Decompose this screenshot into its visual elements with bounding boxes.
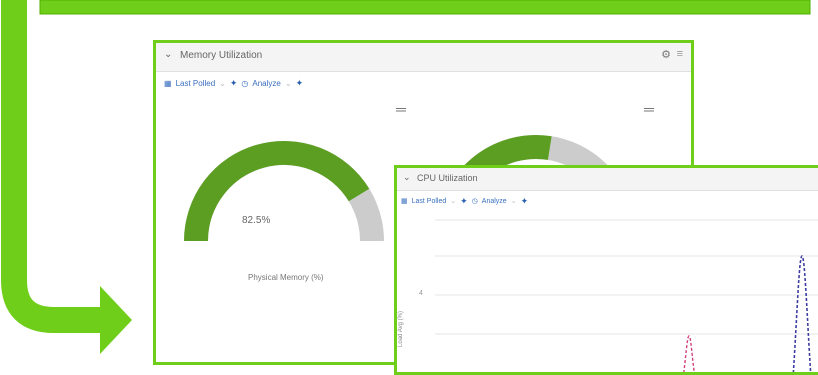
gauge-fill (184, 141, 370, 242)
cpu-utilization-panel: ⌄ CPU Utilization ▦ Last Polled ⌄ ✦ ◷ An… (394, 165, 818, 375)
chevron-down-icon[interactable]: ⌄ (164, 49, 172, 60)
cpu-line-chart (435, 219, 818, 372)
pin-icon[interactable]: ✦ (296, 78, 304, 89)
drag-handle-icon[interactable]: ═ (396, 101, 406, 117)
calendar-icon: ▦ (164, 78, 172, 88)
gauge-value: 82.5% (242, 215, 271, 226)
panel-title: Memory Utilization (180, 50, 263, 61)
last-polled-link[interactable]: Last Polled (176, 79, 216, 88)
chevron-down-icon[interactable]: ⌄ (285, 79, 292, 88)
analyze-link[interactable]: Analyze (252, 79, 280, 88)
pin-icon[interactable]: ✦ (230, 78, 238, 89)
analyze-icon: ◷ (241, 78, 249, 88)
gauge-label: Physical Memory (%) (248, 273, 324, 282)
panel-toolbar: ▦ Last Polled ⌄ ✦ ◷ Analyze ⌄ ✦ (164, 76, 303, 90)
series-blue-spike (792, 255, 812, 372)
menu-icon[interactable]: ≡ (677, 48, 683, 60)
gear-icon[interactable]: ⚙ (661, 48, 671, 61)
physical-memory-gauge (184, 141, 384, 242)
panel-header: ⌄ Memory Utilization ⚙ ≡ (156, 43, 691, 72)
series-pink-spike (683, 335, 695, 372)
chevron-down-icon[interactable]: ⌄ (219, 79, 226, 88)
